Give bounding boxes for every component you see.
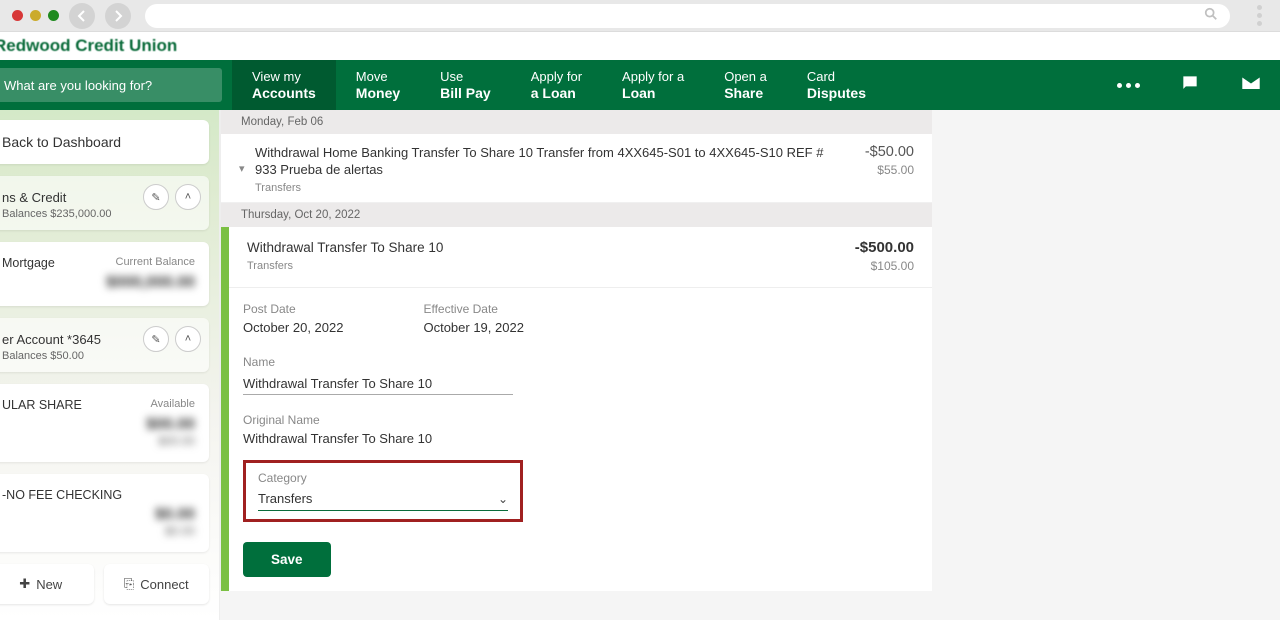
more-menu-icon[interactable] <box>1117 83 1140 88</box>
account-regular-share[interactable]: Available ULAR SHARE $00.00 $00.00 <box>0 384 209 462</box>
category-highlight-box: Category ⌄ <box>243 460 523 522</box>
effective-date-value: October 19, 2022 <box>423 320 523 335</box>
window-controls <box>12 10 59 21</box>
workspace: Back to Dashboard ✎ ˄ ns & Credit Balanc… <box>0 110 1280 620</box>
account-group-other[interactable]: ✎ ˄ er Account *3645 Balances $50.00 <box>0 318 209 372</box>
blurred-subbalance: $00.00 <box>2 434 195 448</box>
category-label: Category <box>258 471 508 485</box>
nav-move-money[interactable]: Move Money <box>336 60 420 110</box>
browser-back-button[interactable] <box>69 3 95 29</box>
nav-apply-loan-2[interactable]: Apply for a Loan <box>602 60 704 110</box>
transaction-row[interactable]: ▾ Withdrawal Home Banking Transfer To Sh… <box>221 134 932 203</box>
bank-header: Redwood Credit Union <box>0 32 1280 60</box>
account-name: -NO FEE CHECKING <box>2 488 195 502</box>
transaction-balance: $105.00 <box>824 259 914 273</box>
edit-icon[interactable]: ✎ <box>143 326 169 352</box>
expand-icon[interactable]: ▾ <box>239 162 251 194</box>
balance-label: Available <box>151 398 195 410</box>
nav-open-share[interactable]: Open a Share <box>704 60 787 110</box>
save-button[interactable]: Save <box>243 542 331 577</box>
browser-forward-button[interactable] <box>105 3 131 29</box>
original-name-label: Original Name <box>243 413 914 427</box>
bank-name: Redwood Credit Union <box>0 36 177 56</box>
blurred-balance: $00.00 <box>2 416 195 434</box>
plus-icon: ✚ <box>19 576 30 592</box>
blurred-subbalance: $0.00 <box>2 524 195 538</box>
browser-menu-icon[interactable] <box>1250 5 1268 26</box>
maximize-window-icon[interactable] <box>48 10 59 21</box>
link-icon: ⎘ <box>124 576 134 592</box>
transaction-balance: $55.00 <box>824 163 914 177</box>
transaction-name-input[interactable] <box>243 373 513 395</box>
transaction-description: Withdrawal Home Banking Transfer To Shar… <box>255 144 824 178</box>
main-content: Monday, Feb 06 ▾ Withdrawal Home Banking… <box>220 110 1280 620</box>
nav-apply-loan[interactable]: Apply for a Loan <box>511 60 602 110</box>
account-no-fee-checking[interactable]: -NO FEE CHECKING $0.00 $0.00 <box>0 474 209 552</box>
connect-button[interactable]: ⎘ Connect <box>104 564 210 604</box>
top-nav: What are you looking for? View my Accoun… <box>0 60 1280 110</box>
account-group-loans[interactable]: ✎ ˄ ns & Credit Balances $235,000.00 <box>0 176 209 230</box>
original-name-value: Withdrawal Transfer To Share 10 <box>243 431 914 446</box>
transaction-category: Transfers <box>255 182 824 194</box>
nav-items: View my Accounts Move Money Use Bill Pay… <box>232 60 886 110</box>
browser-url-bar[interactable] <box>145 4 1230 28</box>
blurred-balance: $0.00 <box>2 506 195 524</box>
transaction-category: Transfers <box>247 260 824 272</box>
back-to-dashboard-button[interactable]: Back to Dashboard <box>0 120 209 164</box>
sidebar: Back to Dashboard ✎ ˄ ns & Credit Balanc… <box>0 110 220 620</box>
post-date-label: Post Date <box>243 302 343 316</box>
chat-icon[interactable] <box>1180 73 1200 98</box>
nav-right-icons <box>1117 60 1280 110</box>
post-date-value: October 20, 2022 <box>243 320 343 335</box>
transaction-amount: -$500.00 <box>824 239 914 256</box>
global-search-wrap: What are you looking for? <box>0 60 232 110</box>
back-label: Back to Dashboard <box>2 134 121 150</box>
transaction-row-expanded: Withdrawal Transfer To Share 10 Transfer… <box>221 227 932 591</box>
global-search-input[interactable]: What are you looking for? <box>0 68 222 102</box>
new-button[interactable]: ✚ New <box>0 564 94 604</box>
collapse-icon[interactable]: ˄ <box>175 184 201 210</box>
transaction-description: Withdrawal Transfer To Share 10 <box>247 239 824 256</box>
effective-date-label: Effective Date <box>423 302 523 316</box>
nav-bill-pay[interactable]: Use Bill Pay <box>420 60 511 110</box>
close-window-icon[interactable] <box>12 10 23 21</box>
nav-view-accounts[interactable]: View my Accounts <box>232 60 336 110</box>
new-label: New <box>36 577 62 592</box>
transaction-list: Monday, Feb 06 ▾ Withdrawal Home Banking… <box>220 110 932 591</box>
date-header: Monday, Feb 06 <box>221 110 932 134</box>
mail-icon[interactable] <box>1240 72 1262 99</box>
collapse-icon[interactable]: ˄ <box>175 326 201 352</box>
nav-card-disputes[interactable]: Card Disputes <box>787 60 886 110</box>
date-header: Thursday, Oct 20, 2022 <box>221 203 932 227</box>
transaction-amount: -$50.00 <box>824 144 914 160</box>
chevron-down-icon[interactable]: ⌄ <box>498 492 508 506</box>
blurred-balance: $000,000.00 <box>2 274 195 292</box>
connect-label: Connect <box>140 577 188 592</box>
expanded-header[interactable]: Withdrawal Transfer To Share 10 Transfer… <box>229 227 932 279</box>
account-mortgage[interactable]: Current Balance Mortgage $000,000.00 <box>0 242 209 306</box>
balance-label: Current Balance <box>116 256 196 268</box>
search-icon <box>1204 7 1218 24</box>
search-placeholder-text: What are you looking for? <box>4 78 152 93</box>
category-select[interactable] <box>258 487 498 510</box>
name-label: Name <box>243 355 914 369</box>
browser-chrome <box>0 0 1280 32</box>
transaction-details: Post Date October 20, 2022 Effective Dat… <box>229 287 932 522</box>
minimize-window-icon[interactable] <box>30 10 41 21</box>
edit-icon[interactable]: ✎ <box>143 184 169 210</box>
